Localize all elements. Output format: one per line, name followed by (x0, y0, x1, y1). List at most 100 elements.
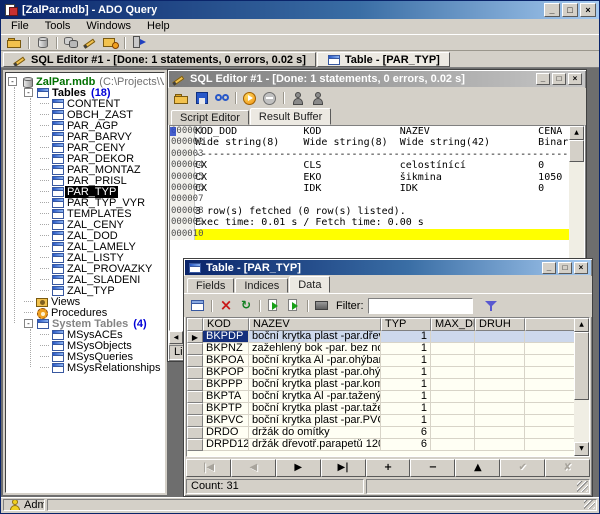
result-line[interactable]: 000005CX EKO šikmina 1050 (170, 172, 569, 183)
tree-item-system-tables[interactable]: -System Tables(4) (6, 318, 164, 329)
scroll-up-icon[interactable]: ▲ (574, 318, 589, 332)
filter-input[interactable] (368, 298, 473, 314)
tree-item-obch-zast[interactable]: OBCH_ZAST (6, 109, 164, 120)
sql-rollback-button[interactable] (308, 90, 328, 106)
tree-item-par-ceny[interactable]: PAR_CENY (6, 142, 164, 153)
cell-nazev[interactable]: držák dřevotř.parapetů 120mm (249, 439, 381, 451)
menu-windows[interactable]: Windows (78, 19, 139, 34)
nav-last-button[interactable]: ▶| (321, 459, 366, 477)
row-indicator[interactable] (187, 379, 203, 391)
tree-item-tables[interactable]: -Tables(18) (6, 87, 164, 98)
table-row[interactable]: BKPNZzažehlený bok -par. bez nosu1 (187, 343, 574, 355)
sql-stop-button[interactable] (260, 90, 280, 106)
tree-item-zal-listy[interactable]: ZAL_LISTY (6, 252, 164, 263)
table-row[interactable]: ▶BKPDPboční krytka plast -par.dřevot1 (187, 331, 574, 343)
header-nazev[interactable]: NAZEV (249, 318, 381, 331)
cell-filler[interactable] (525, 367, 574, 379)
cell-kod[interactable]: BKPDP (203, 331, 249, 343)
tree-item-procedures[interactable]: Procedures (6, 307, 164, 318)
tab-fields[interactable]: Fields (187, 278, 234, 293)
open-database-button[interactable] (5, 35, 25, 51)
tab-indices[interactable]: Indices (235, 278, 288, 293)
table-minimize-button[interactable]: _ (542, 262, 556, 274)
result-line[interactable]: 000010 (170, 229, 569, 240)
cell-typ[interactable]: 1 (381, 415, 431, 427)
result-line[interactable]: 000007 (170, 194, 569, 205)
cell-max-del[interactable] (431, 403, 475, 415)
import-button[interactable] (284, 298, 304, 314)
cell-filler[interactable] (525, 439, 574, 451)
cell-kod[interactable]: BKPOA (203, 355, 249, 367)
tree-item-zal-sladeni[interactable]: ZAL_SLADENI (6, 274, 164, 285)
scroll-up-icon[interactable]: ▲ (569, 126, 584, 140)
header-kod[interactable]: KOD (203, 318, 249, 331)
row-indicator[interactable] (187, 427, 203, 439)
tree-item-par-typ-vyr[interactable]: PAR_TYP_VYR (6, 197, 164, 208)
cell-kod[interactable]: BKPTP (203, 403, 249, 415)
tab-sql-editor[interactable]: SQL Editor #1 - [Done: 1 statements, 0 e… (3, 52, 316, 67)
table-row[interactable]: DRPD120držák dřevotř.parapetů 120mm6 (187, 439, 574, 451)
cell-kod[interactable]: DRDO (203, 427, 249, 439)
copy-database-button[interactable] (61, 35, 81, 51)
cell-filler[interactable] (525, 331, 574, 343)
cell-max-del[interactable] (431, 367, 475, 379)
result-line[interactable]: 000004CX CLS celostínící 0 (170, 160, 569, 171)
table-row[interactable]: BKPOAboční krytka Al -par.ohýbaný1 (187, 355, 574, 367)
cell-nazev[interactable]: boční krytka plast -par.ohýban (249, 367, 381, 379)
nav-next-button[interactable]: ▶ (276, 459, 321, 477)
nav-delete-button[interactable]: − (410, 459, 455, 477)
cell-max-del[interactable] (431, 355, 475, 367)
tree-item-par-prisl[interactable]: PAR_PRISL (6, 175, 164, 186)
grid-properties-button[interactable] (188, 298, 208, 314)
cell-typ[interactable]: 1 (381, 343, 431, 355)
cell-typ[interactable]: 1 (381, 403, 431, 415)
tree-item-msysrelationships[interactable]: MSysRelationships (6, 362, 164, 373)
tree-item-zal-provazky[interactable]: ZAL_PROVAZKY (6, 263, 164, 274)
close-button[interactable]: × (580, 3, 596, 17)
result-line[interactable]: 000003----------------------------------… (170, 149, 569, 160)
new-query-button[interactable] (81, 35, 101, 51)
sql-commit-button[interactable] (288, 90, 308, 106)
cell-kod[interactable]: BKPVC (203, 415, 249, 427)
row-indicator[interactable] (187, 403, 203, 415)
tree-item-views[interactable]: Views (6, 296, 164, 307)
table-row[interactable]: BKPTPboční krytka plast -par.tažený1 (187, 403, 574, 415)
table-close-button[interactable]: × (574, 262, 588, 274)
tree-expander-icon[interactable]: - (24, 88, 33, 97)
result-line[interactable]: 0000083 row(s) fetched (0 row(s) listed)… (170, 206, 569, 217)
export-button[interactable] (264, 298, 284, 314)
tree-item-zal-lamely[interactable]: ZAL_LAMELY (6, 241, 164, 252)
menu-tools[interactable]: Tools (37, 19, 79, 34)
cell-druh[interactable] (475, 379, 525, 391)
cell-nazev[interactable]: boční krytka plast -par.tažený (249, 403, 381, 415)
row-indicator[interactable]: ▶ (187, 331, 203, 343)
row-indicator[interactable] (187, 391, 203, 403)
cell-max-del[interactable] (431, 343, 475, 355)
cell-nazev[interactable]: boční krytka Al -par.tažený (249, 391, 381, 403)
exit-button[interactable] (129, 35, 149, 51)
menu-file[interactable]: File (3, 19, 37, 34)
cell-kod[interactable]: BKPPP (203, 379, 249, 391)
cell-nazev[interactable]: boční krytka plast -par.dřevot (249, 331, 381, 343)
tab-table-par-typ[interactable]: Table - [PAR_TYP] (317, 52, 450, 67)
cell-druh[interactable] (475, 391, 525, 403)
sql-find-button[interactable] (212, 90, 232, 106)
cell-druh[interactable] (475, 355, 525, 367)
tree-item-par-barvy[interactable]: PAR_BARVY (6, 131, 164, 142)
database-button[interactable] (33, 35, 53, 51)
tree-item-par-agp[interactable]: PAR_AGP (6, 120, 164, 131)
sql-close-button[interactable]: × (568, 73, 582, 85)
cell-filler[interactable] (525, 343, 574, 355)
row-indicator[interactable] (187, 343, 203, 355)
scroll-thumb[interactable] (569, 140, 584, 162)
cell-filler[interactable] (525, 379, 574, 391)
cell-druh[interactable] (475, 439, 525, 451)
table-row[interactable]: BKPTAboční krytka Al -par.tažený1 (187, 391, 574, 403)
header-max-del[interactable]: MAX_DEL (431, 318, 475, 331)
sql-save-button[interactable] (192, 90, 212, 106)
cell-max-del[interactable] (431, 427, 475, 439)
tree-item-templates[interactable]: TEMPLATES (6, 208, 164, 219)
tab-data[interactable]: Data (289, 276, 330, 293)
row-indicator[interactable] (187, 439, 203, 451)
tree-item-zal-typ[interactable]: ZAL_TYP (6, 285, 164, 296)
